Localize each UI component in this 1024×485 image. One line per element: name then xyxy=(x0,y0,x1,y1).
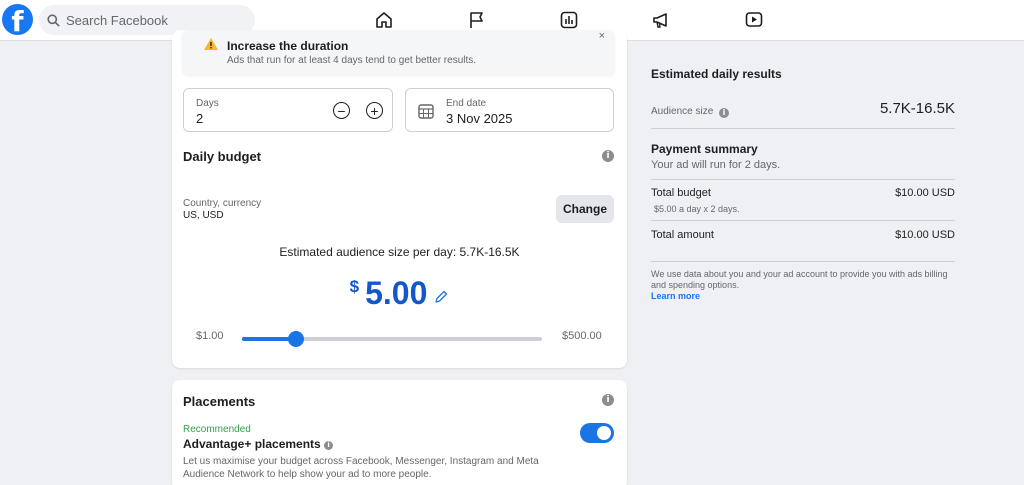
close-icon[interactable]: × xyxy=(599,30,605,42)
budget-amount: 5.00 xyxy=(365,275,428,311)
days-value[interactable]: 2 xyxy=(196,111,203,126)
decrease-days-button[interactable]: − xyxy=(333,102,350,119)
end-date-field[interactable]: End date 3 Nov 2025 xyxy=(405,88,614,132)
total-budget-label: Total budget xyxy=(651,187,711,199)
learn-more-link[interactable]: Learn more xyxy=(651,291,700,301)
facebook-logo-icon[interactable]: f xyxy=(2,4,33,35)
search-icon xyxy=(47,13,60,27)
recommended-label: Recommended xyxy=(183,424,251,435)
slider-thumb[interactable] xyxy=(288,331,304,347)
megaphone-icon[interactable] xyxy=(650,9,672,31)
advantage-placements-text: Advantage+ placements xyxy=(183,437,321,451)
home-icon[interactable] xyxy=(373,9,395,31)
currency-symbol: $ xyxy=(349,277,360,296)
days-field[interactable]: Days 2 − + xyxy=(183,88,393,132)
flag-icon[interactable] xyxy=(466,9,488,31)
notice-text: Ads that run for at least 4 days tend to… xyxy=(227,55,477,66)
info-icon[interactable]: i xyxy=(324,441,334,450)
budget-slider[interactable] xyxy=(242,331,542,347)
end-date-label: End date xyxy=(446,98,487,109)
slider-max-label: $500.00 xyxy=(562,330,602,342)
audience-size-text: Audience size xyxy=(651,106,714,117)
divider xyxy=(651,220,955,221)
slider-min-label: $1.00 xyxy=(196,330,224,342)
budget-card: Increase the duration Ads that run for a… xyxy=(172,30,627,368)
total-amount-label: Total amount xyxy=(651,229,714,241)
daily-budget-amount: $5.00 xyxy=(172,275,627,312)
video-icon[interactable] xyxy=(743,9,765,31)
change-button[interactable]: Change xyxy=(556,195,614,223)
calendar-icon xyxy=(418,104,434,119)
daily-budget-title: Daily budget xyxy=(183,149,262,164)
divider xyxy=(651,128,955,129)
country-currency-value: US, USD xyxy=(183,210,224,221)
billing-footnote: We use data about you and your ad accoun… xyxy=(651,269,948,290)
placements-title: Placements xyxy=(183,394,256,409)
country-currency-label: Country, currency xyxy=(183,198,262,209)
warning-icon xyxy=(204,38,218,50)
advantage-placements-description: Let us maximise your budget across Faceb… xyxy=(183,456,539,480)
info-icon[interactable]: i xyxy=(719,108,730,118)
divider xyxy=(651,261,955,262)
placements-card: Placements i Recommended Advantage+ plac… xyxy=(172,380,627,485)
edit-pencil-icon[interactable] xyxy=(433,289,449,310)
audience-size-label: Audience size i xyxy=(651,106,730,118)
days-label: Days xyxy=(196,98,219,109)
advantage-placements-label: Advantage+ placements i xyxy=(183,437,334,451)
notice-title: Increase the duration xyxy=(227,39,349,53)
increase-days-button[interactable]: + xyxy=(366,102,383,119)
end-date-value[interactable]: 3 Nov 2025 xyxy=(446,111,513,126)
search-input[interactable] xyxy=(66,12,236,28)
payment-summary-subtitle: Your ad will run for 2 days. xyxy=(651,159,781,171)
divider xyxy=(651,179,955,180)
duration-notice: Increase the duration Ads that run for a… xyxy=(182,30,615,75)
insights-icon[interactable] xyxy=(558,9,580,31)
results-panel: Estimated daily results Audience size i … xyxy=(640,41,1024,485)
payment-summary-title: Payment summary xyxy=(651,142,758,156)
info-icon[interactable]: i xyxy=(602,150,614,162)
total-budget-breakdown: $5.00 a day x 2 days. xyxy=(654,204,740,214)
info-icon[interactable]: i xyxy=(602,394,614,406)
advantage-placements-toggle[interactable] xyxy=(580,423,614,443)
total-amount-value: $10.00 USD xyxy=(895,229,955,241)
toggle-knob xyxy=(597,426,611,440)
total-budget-value: $10.00 USD xyxy=(895,187,955,199)
estimated-results-title: Estimated daily results xyxy=(651,67,782,81)
estimated-audience-text: Estimated audience size per day: 5.7K-16… xyxy=(279,245,520,259)
audience-size-value: 5.7K-16.5K xyxy=(879,100,955,117)
